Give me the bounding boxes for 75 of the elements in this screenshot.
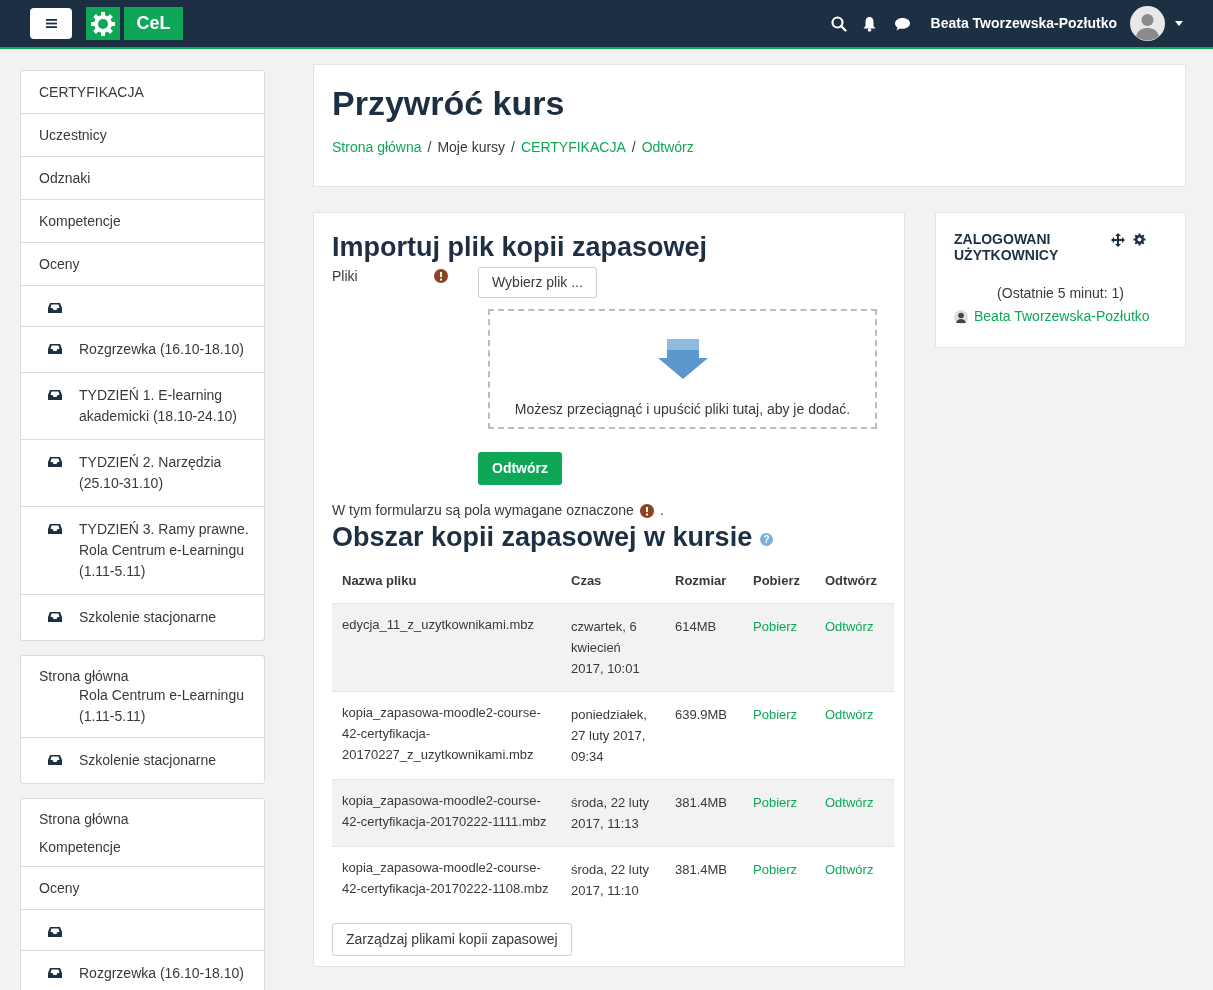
nav-item[interactable]: Strona główna xyxy=(39,668,246,685)
tray-icon xyxy=(48,926,62,938)
column-header: Odtwórz xyxy=(815,559,894,603)
table-cell: czwartek, 6 kwiecień 2017, 10:01 xyxy=(561,603,665,691)
nav-item[interactable]: Uczestnicy xyxy=(21,113,264,156)
online-summary: (Ostatnie 5 minut: 1) xyxy=(996,284,1125,303)
gear-icon xyxy=(90,10,116,37)
menu-icon xyxy=(45,19,57,28)
section-link[interactable]: Szkolenie stacjonarne xyxy=(79,607,216,628)
field-label: Pliki xyxy=(332,267,358,285)
table-cell: 381.4MB xyxy=(665,779,743,846)
choose-file-button[interactable]: Wybierz plik ... xyxy=(478,267,597,298)
user-avatar xyxy=(954,309,968,324)
nav-item[interactable]: Oceny xyxy=(21,866,264,909)
drop-hint: Możesz przeciągnąć i upuścić pliki tutaj, aby je dodać. xyxy=(514,400,851,419)
column-header: Nazwa pliku xyxy=(332,559,561,603)
page-title: Przywróć kurs xyxy=(332,83,566,123)
nav-item[interactable]: Rola Centrum e-Learningu (1.11-5.11) xyxy=(39,685,246,727)
column-header: Pobierz xyxy=(743,559,815,603)
section-link[interactable]: Rozgrzewka (16.10-18.10) xyxy=(79,963,244,984)
nav-item[interactable]: Kompetencje xyxy=(39,838,246,856)
tray-icon xyxy=(48,343,62,355)
bell-icon[interactable] xyxy=(861,15,877,32)
table-cell: 639.9MB xyxy=(665,691,743,779)
download-arrow-icon xyxy=(657,339,708,379)
file-name: kopia_zapasowa-moodle2-course-42-certyfikacja-20170227_z_uzytkownikami.mbz xyxy=(332,691,561,779)
tray-icon xyxy=(48,302,62,314)
tray-icon xyxy=(48,389,62,401)
breadcrumb-item: Moje kursy xyxy=(437,138,506,157)
tray-icon xyxy=(48,967,62,979)
table-cell: środa, 22 luty 2017, 11:10 xyxy=(561,846,665,913)
file-name: edycja_11_z_uzytkownikami.mbz xyxy=(332,603,561,691)
table-cell: poniedziałek, 27 luty 2017, 09:34 xyxy=(561,691,665,779)
column-header: Rozmiar xyxy=(665,559,743,603)
nav-item[interactable]: Strona główna xyxy=(39,811,246,828)
section-link[interactable]: Szkolenie stacjonarne xyxy=(79,750,216,771)
nav-item[interactable]: Kompetencje xyxy=(21,199,264,242)
file-name: kopia_zapasowa-moodle2-course-42-certyfikacja-20170222-1111.mbz xyxy=(332,779,561,846)
section-title: Importuj plik kopii zapasowej xyxy=(332,231,709,263)
tray-icon xyxy=(48,523,62,535)
breadcrumb-separator: / xyxy=(511,138,515,157)
note-period: . xyxy=(659,501,664,520)
move-icon[interactable] xyxy=(1111,233,1125,247)
file-name: kopia_zapasowa-moodle2-course-42-certyfikacja-20170222-1108.mbz xyxy=(332,846,561,913)
breadcrumb-separator: / xyxy=(427,138,432,157)
search-icon[interactable] xyxy=(830,15,847,32)
breadcrumb-separator: / xyxy=(631,138,636,157)
caret-icon[interactable] xyxy=(1175,21,1183,26)
menu-button[interactable] xyxy=(30,8,72,39)
section-title: Obszar kopii zapasowej w kursie xyxy=(332,521,753,553)
user-name[interactable]: Beata Tworzewska-Pozłutko xyxy=(930,13,1117,34)
manage-backups-button[interactable]: Zarządzaj plikami kopii zapasowej xyxy=(332,922,572,956)
section-link[interactable]: TYDZIEŃ 1. E-learning akademicki (18.10-24.10) xyxy=(79,385,250,427)
nav-item[interactable]: CERTYFIKACJA xyxy=(21,71,264,113)
gear-logo[interactable] xyxy=(86,7,120,40)
column-header: Czas xyxy=(561,559,665,603)
nav-item[interactable]: Odznaki xyxy=(21,156,264,199)
avatar[interactable] xyxy=(1130,6,1165,41)
table-cell: 614MB xyxy=(665,603,743,691)
section-link[interactable]: TYDZIEŃ 2. Narzędzia (25.10-31.10) xyxy=(79,452,250,494)
drop-zone[interactable]: Możesz przeciągnąć i upuścić pliki tutaj, aby je dodać. xyxy=(488,309,877,429)
block-title: ZALOGOWANI UŻYTKOWNICY xyxy=(954,231,1060,263)
nav-item[interactable]: Oceny xyxy=(21,242,264,285)
section-link[interactable]: Rozgrzewka (16.10-18.10) xyxy=(79,339,244,360)
required-note: W tym formularzu są pola wymagane oznaczone xyxy=(332,501,634,520)
tray-icon xyxy=(48,611,62,623)
tray-icon xyxy=(48,456,62,468)
table-cell: 381.4MB xyxy=(665,846,743,913)
required-icon xyxy=(639,503,654,518)
chat-icon[interactable] xyxy=(893,16,911,31)
section-link[interactable]: TYDZIEŃ 3. Ramy prawne. Rola Centrum e-Learningu (1.11-5.11) xyxy=(79,519,250,582)
required-icon xyxy=(434,269,448,283)
table-cell: środa, 22 luty 2017, 11:13 xyxy=(561,779,665,846)
tray-icon xyxy=(48,754,62,766)
settings-icon[interactable] xyxy=(1133,233,1146,246)
